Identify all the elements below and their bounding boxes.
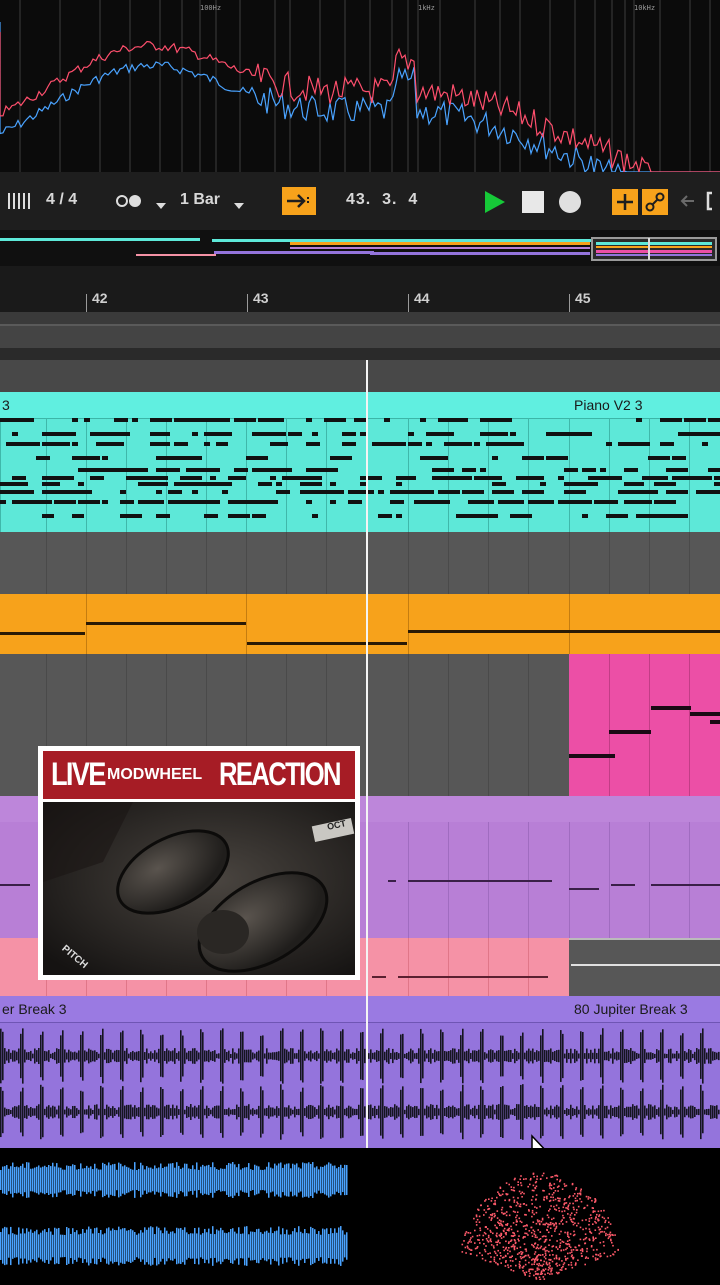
track-empty-top[interactable]	[0, 360, 720, 392]
track-bass[interactable]	[0, 594, 720, 654]
play-icon[interactable]	[482, 189, 508, 215]
banner-modwheel-text: MODWHEEL	[107, 766, 203, 783]
transport-bar: 4 / 4 1 Bar 43. 3. 4	[0, 172, 720, 230]
webcam-overlay: LIVE MODWHEEL REACTION PITCH OCT	[38, 746, 360, 980]
track-drums[interactable]: er Break 3 80 Jupiter Break 3	[0, 996, 720, 1148]
bar-number-42: 42	[92, 290, 108, 306]
freq-label-100hz: 100Hz	[200, 4, 222, 12]
locator-lane[interactable]	[0, 348, 720, 360]
bar-number-44: 44	[414, 290, 430, 306]
automation-arm-icon[interactable]	[642, 189, 668, 215]
clip-label-drums-1: er Break 3	[2, 1001, 67, 1017]
oscilloscope-panel	[0, 1148, 720, 1281]
piano-midi-notes	[0, 418, 720, 532]
banner-live-text: LIVE	[51, 756, 106, 792]
spectrum-analyzer: 100Hz 1kHz 10kHz	[0, 0, 720, 174]
overlay-banner: LIVE MODWHEEL REACTION	[43, 751, 355, 799]
quantization-select[interactable]: 1 Bar	[180, 191, 220, 209]
banner-reaction-text: REACTION	[219, 756, 341, 792]
time-signature[interactable]: 4 / 4	[46, 191, 77, 209]
track-piano[interactable]: 3 Piano V2 3	[0, 392, 720, 532]
clip-label-piano-2: Piano V2 3	[574, 397, 643, 413]
bar-number-43: 43	[253, 290, 269, 306]
arrangement-view[interactable]: 3 Piano V2 3 er Break 3 80 Jupiter Break…	[0, 312, 720, 1169]
pitch-mod-wheels-photo	[43, 802, 355, 975]
fullscreen-icon[interactable]	[706, 191, 720, 211]
playhead[interactable]	[366, 360, 368, 1148]
stereo-waveform-and-vectorscope	[0, 1162, 619, 1281]
track-empty-gray[interactable]	[0, 532, 720, 594]
bar-number-45: 45	[575, 290, 591, 306]
clip-label-drums-2: 80 Jupiter Break 3	[574, 1001, 688, 1017]
back-arrow-icon[interactable]	[678, 192, 696, 210]
add-icon[interactable]	[612, 189, 638, 215]
drum-waveform	[0, 1028, 720, 1140]
chevron-down-icon[interactable]	[156, 198, 166, 209]
chevron-down-icon[interactable]	[234, 198, 244, 209]
spectrum-graph	[0, 0, 720, 174]
stop-icon[interactable]	[522, 191, 544, 213]
metronome-icon[interactable]	[8, 193, 30, 209]
follow-toggle-icon[interactable]	[116, 193, 146, 209]
beat-ruler[interactable]: 42 43 44 45	[0, 266, 720, 312]
song-position[interactable]: 43. 3. 4	[346, 191, 418, 209]
loop-brace-lane[interactable]	[0, 312, 720, 324]
freq-label-1khz: 1kHz	[418, 4, 435, 12]
overview-strip	[0, 237, 717, 261]
arrangement-overview[interactable]	[0, 230, 720, 266]
overlay-video-frame: PITCH OCT	[43, 802, 355, 975]
record-icon[interactable]	[558, 190, 582, 214]
clip-label-piano-1: 3	[2, 397, 10, 413]
follow-arrow-icon[interactable]	[282, 187, 316, 215]
bass-midi-notes	[0, 594, 720, 654]
freq-label-10khz: 10kHz	[634, 4, 656, 12]
scrub-area[interactable]	[0, 326, 720, 348]
